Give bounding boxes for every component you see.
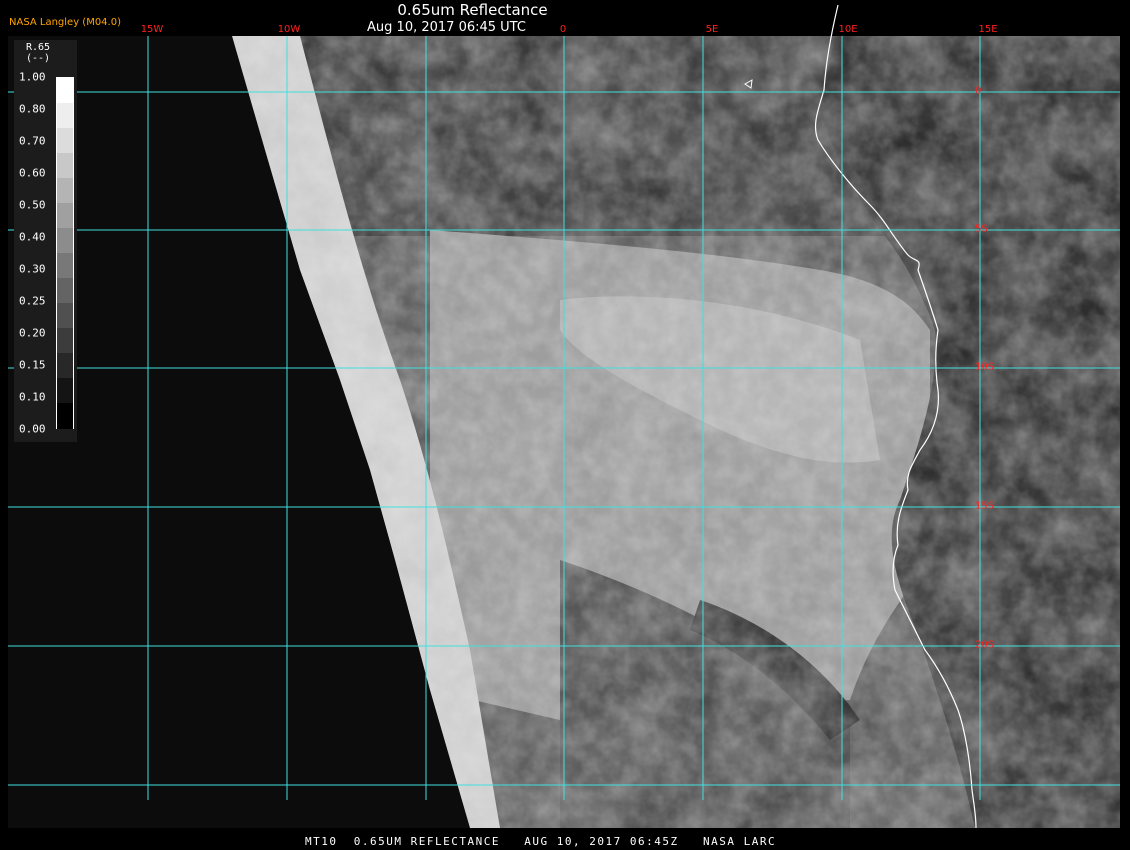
lon-label-15e: 15E — [978, 24, 998, 35]
legend-swatch — [57, 178, 73, 204]
legend-tick: 0.80 — [19, 102, 46, 116]
legend-tick: 0.00 — [19, 422, 46, 436]
legend-tick: 0.25 — [19, 294, 46, 308]
lat-label-0: 0 — [975, 85, 982, 97]
image-datetime: Aug 10, 2017 06:45 UTC — [367, 20, 526, 35]
lon-label-15w: 15W — [140, 24, 164, 35]
legend-swatch — [57, 203, 73, 229]
lat-label-20s: 20S — [975, 639, 995, 651]
legend-tick: 0.20 — [19, 326, 46, 340]
reflectance-legend: R.65 (--) 1.00 0.80 0.70 0.60 0.50 0.40 … — [14, 40, 77, 442]
legend-swatch — [57, 153, 73, 179]
legend-title: R.65 (--) — [14, 42, 62, 64]
legend-swatch — [57, 378, 73, 404]
legend-swatch — [57, 303, 73, 329]
satellite-image-viewer: NASA Langley (M04.0) 0.65um Reflectance … — [0, 0, 1130, 850]
legend-tick: 0.60 — [19, 166, 46, 180]
lat-label-15s: 15S — [975, 500, 995, 512]
legend-units: (--) — [25, 53, 51, 64]
legend-swatch — [57, 228, 73, 254]
image-footer: MT10 0.65UM REFLECTANCE AUG 10, 2017 06:… — [305, 835, 777, 848]
legend-tick: 0.15 — [19, 358, 46, 372]
image-title: 0.65um Reflectance — [397, 1, 548, 19]
legend-tick: 0.40 — [19, 230, 46, 244]
lon-label-5e: 5E — [705, 24, 719, 35]
legend-tick: 0.30 — [19, 262, 46, 276]
legend-tick: 0.10 — [19, 390, 46, 404]
legend-variable: R.65 — [25, 42, 51, 53]
legend-swatch — [57, 103, 73, 129]
legend-tick: 1.00 — [19, 70, 46, 84]
satellite-map — [8, 4, 1120, 829]
legend-swatch — [57, 78, 73, 104]
lon-label-10e: 10E — [838, 24, 858, 35]
legend-swatch — [57, 403, 73, 429]
lon-label-10w: 10W — [277, 24, 301, 35]
legend-swatch — [57, 253, 73, 279]
legend-swatch — [57, 353, 73, 379]
legend-tick: 0.70 — [19, 134, 46, 148]
lon-label-0: 0 — [559, 24, 567, 35]
legend-swatch — [57, 278, 73, 304]
legend-swatch — [57, 128, 73, 154]
legend-swatch — [57, 328, 73, 354]
legend-tick: 0.50 — [19, 198, 46, 212]
legend-color-bar — [56, 77, 74, 429]
lat-label-10s: 10S — [975, 361, 995, 373]
lat-label-5s: 5S — [975, 223, 988, 235]
